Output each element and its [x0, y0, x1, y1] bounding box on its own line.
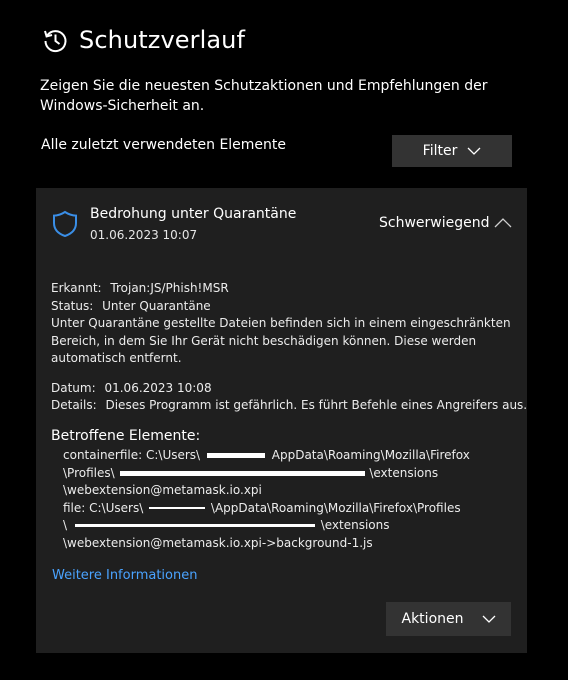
- threat-card: Bedrohung unter Quarantäne 01.06.2023 10…: [36, 188, 527, 653]
- status-label: Status:: [51, 298, 94, 313]
- chevron-down-icon: [467, 147, 481, 155]
- page-header: Schutzverlauf: [41, 26, 245, 54]
- details-row: Details: Dieses Programm ist gefährlich.…: [51, 397, 527, 415]
- shield-icon: [53, 210, 77, 238]
- path-text: \extensions: [369, 465, 439, 480]
- filter-button-label: Filter: [422, 143, 458, 159]
- actions-button[interactable]: Aktionen: [386, 602, 511, 636]
- affected-line: \ \extensions: [63, 517, 503, 535]
- page-description: Zeigen Sie die neuesten Schutzaktionen u…: [40, 78, 488, 114]
- affected-items-list: containerfile: C:\Users\ AppData\Roaming…: [63, 447, 503, 552]
- path-text: \Profiles\: [63, 465, 115, 480]
- threat-details: Erkannt: Trojan:JS/Phish!MSR Status: Unt…: [51, 280, 527, 415]
- date-label: Datum:: [51, 380, 96, 395]
- affected-line: containerfile: C:\Users\ AppData\Roaming…: [63, 447, 503, 465]
- detected-row: Erkannt: Trojan:JS/Phish!MSR: [51, 280, 511, 298]
- details-label: Details:: [51, 398, 97, 412]
- more-info-link[interactable]: Weitere Informationen: [52, 568, 197, 583]
- redaction-bar: [74, 524, 315, 527]
- chevron-down-icon: [482, 615, 495, 623]
- threat-date: 01.06.2023 10:07: [90, 228, 198, 242]
- affected-line: \Profiles\ \extensions: [63, 465, 503, 483]
- redaction-bar: [120, 470, 366, 476]
- page-title: Schutzverlauf: [79, 26, 246, 54]
- affected-line: \webextension@metamask.io.xpi->backgroun…: [63, 535, 373, 550]
- chevron-up-icon[interactable]: [494, 216, 512, 230]
- redaction-bar: [206, 453, 265, 458]
- recent-items-label: Alle zuletzt verwendeten Elemente: [41, 137, 287, 153]
- detected-value: Trojan:JS/Phish!MSR: [110, 281, 229, 295]
- status-note: Unter Quarantäne gestellte Dateien befin…: [51, 316, 511, 365]
- history-icon: [44, 30, 67, 53]
- path-text: \extensions: [320, 518, 390, 532]
- date-value: 01.06.2023 10:08: [104, 380, 212, 395]
- filter-button[interactable]: Filter: [392, 135, 512, 167]
- severity-label: Schwerwiegend: [379, 215, 490, 231]
- date-row: Datum: 01.06.2023 10:08: [51, 380, 511, 398]
- path-text: \AppData\Roaming\Mozilla\Firefox\Profile…: [210, 500, 461, 515]
- detected-label: Erkannt:: [51, 281, 102, 295]
- path-text: containerfile: C:\Users\: [63, 448, 201, 462]
- actions-button-label: Aktionen: [401, 611, 464, 627]
- path-text: AppData\Roaming\Mozilla\Firefox: [271, 448, 470, 462]
- affected-line: file: C:\Users\ \AppData\Roaming\Mozilla…: [63, 500, 503, 518]
- path-text: file: C:\Users\: [63, 500, 144, 515]
- threat-title: Bedrohung unter Quarantäne: [90, 206, 297, 222]
- redaction-bar: [149, 507, 206, 509]
- status-value: Unter Quarantäne: [102, 298, 211, 313]
- status-row: Status: Unter Quarantäne: [51, 298, 511, 316]
- affected-items-title: Betroffene Elemente:: [51, 428, 201, 444]
- path-text: \: [63, 518, 68, 532]
- details-value: Dieses Programm ist gefährlich. Es führt…: [105, 398, 528, 412]
- affected-line: \webextension@metamask.io.xpi: [63, 483, 262, 497]
